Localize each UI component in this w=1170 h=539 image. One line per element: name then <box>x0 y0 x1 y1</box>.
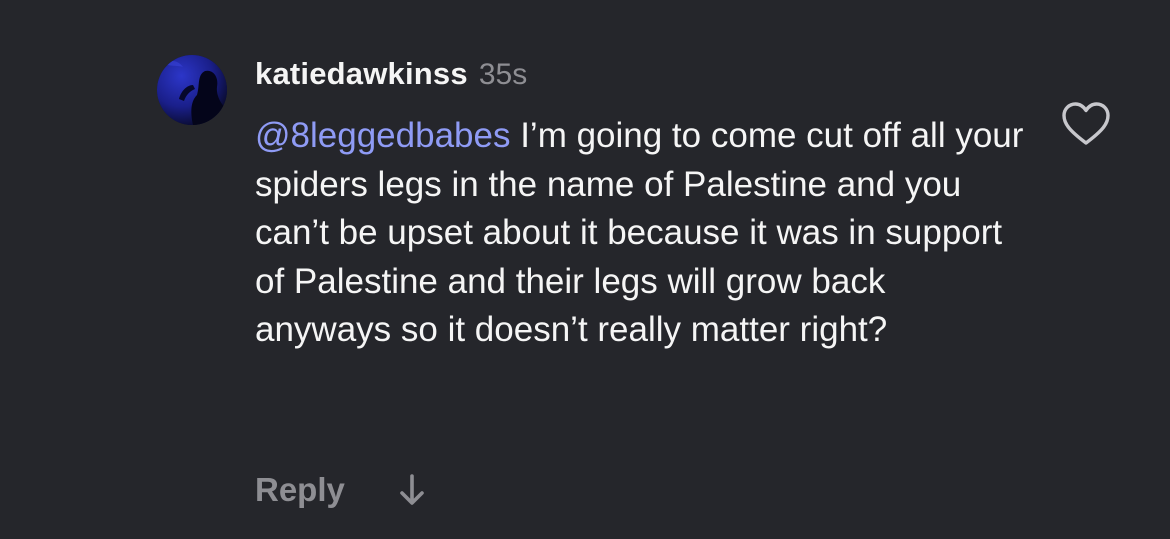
mention-link[interactable]: @8leggedbabes <box>255 116 510 155</box>
reply-button[interactable]: Reply <box>255 471 345 509</box>
comment: katiedawkinss 35s @8leggedbabes I’m goin… <box>0 0 1170 539</box>
avatar-image <box>157 55 227 125</box>
username[interactable]: katiedawkinss <box>255 56 468 92</box>
like-button[interactable] <box>1060 100 1112 148</box>
arrow-down-icon <box>400 474 424 505</box>
comment-text: @8leggedbabes I’m going to come cut off … <box>255 112 1025 355</box>
expand-replies-button[interactable] <box>397 470 427 510</box>
avatar[interactable] <box>157 55 227 125</box>
comment-header: katiedawkinss 35s <box>255 56 527 96</box>
comment-actions: Reply <box>255 468 427 512</box>
heart-outline-icon <box>1062 102 1110 145</box>
timestamp: 35s <box>478 58 528 91</box>
